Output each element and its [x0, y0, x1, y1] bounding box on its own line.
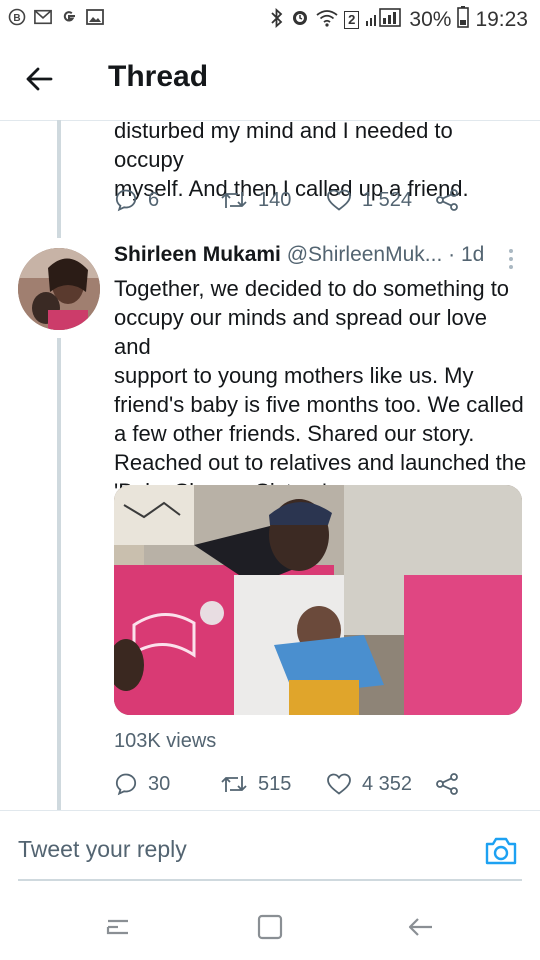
retweet-count: 140 — [258, 188, 292, 211]
bluetooth-icon — [270, 7, 284, 33]
display-name[interactable]: Shirleen Mukami — [114, 243, 281, 266]
share-action[interactable] — [434, 188, 460, 212]
thread-connector-line — [57, 120, 61, 238]
google-icon — [60, 8, 78, 26]
heart-icon — [326, 188, 352, 212]
wifi-icon — [316, 7, 338, 33]
recent-apps-icon[interactable] — [104, 915, 132, 944]
back-arrow-icon[interactable] — [24, 64, 64, 94]
reply-action[interactable]: 6 — [114, 188, 220, 212]
system-nav-bar — [0, 895, 540, 960]
retweet-action[interactable]: 140 — [220, 189, 326, 212]
signal-icon — [365, 7, 403, 33]
heart-icon — [326, 772, 352, 796]
share-action[interactable] — [434, 772, 460, 796]
share-icon — [434, 188, 460, 212]
tweet-line: a few other friends. Shared our story. — [114, 421, 475, 446]
sim-badge: 2 — [344, 11, 360, 29]
alarm-icon — [290, 7, 310, 33]
user-handle[interactable]: @ShirleenMuk... — [287, 243, 443, 266]
tweet-line: friend's baby is five months too. We cal… — [114, 392, 524, 417]
reply-input[interactable]: Tweet your reply — [18, 836, 187, 863]
notification-icons: B — [8, 8, 104, 26]
reply-action[interactable]: 30 — [114, 772, 220, 796]
share-icon — [434, 772, 460, 796]
retweet-count: 515 — [258, 772, 292, 795]
reply-count: 30 — [148, 772, 171, 795]
tweet-actions: 30 515 4 352 — [114, 772, 460, 796]
retweet-icon — [220, 189, 248, 211]
tweet-media-image[interactable] — [114, 485, 522, 715]
like-count: 4 352 — [362, 772, 413, 795]
battery-percent: 30% — [409, 8, 452, 31]
b-icon: B — [8, 8, 26, 26]
status-bar: B 2 30% 19:23 — [0, 0, 540, 38]
back-nav-icon[interactable] — [406, 913, 434, 946]
avatar[interactable] — [18, 248, 100, 330]
like-action[interactable]: 4 352 — [326, 772, 434, 796]
home-icon[interactable] — [256, 913, 284, 946]
camera-icon[interactable] — [484, 834, 518, 868]
more-options-icon[interactable] — [508, 248, 514, 270]
mail-icon — [34, 8, 52, 26]
reply-count: 6 — [148, 188, 160, 211]
tweet-text: Together, we decided to do something to … — [114, 274, 528, 506]
tweet-line: support to young mothers like us. My — [114, 363, 474, 388]
page-title: Thread — [108, 60, 209, 93]
divider — [0, 810, 540, 811]
top-app-bar: Thread — [0, 38, 540, 121]
clock: 19:23 — [475, 8, 528, 31]
view-count: 103K views — [114, 730, 217, 752]
tweet-time: · 1d — [448, 243, 485, 266]
like-action[interactable]: 1 524 — [326, 188, 434, 212]
retweet-icon — [220, 773, 248, 795]
tweet-line: Together, we decided to do something to — [114, 276, 510, 301]
tweet-line: Reached out to relatives and launched th… — [114, 450, 527, 475]
thread-connector-line — [57, 338, 61, 810]
battery-icon — [457, 6, 470, 34]
retweet-action[interactable]: 515 — [220, 773, 326, 796]
tweet-line: occupy our minds and spread our love and — [114, 305, 487, 359]
reply-input-underline — [18, 879, 522, 881]
svg-text:B: B — [13, 13, 20, 24]
reply-icon — [114, 188, 138, 212]
tweet-header: Shirleen Mukami @ShirleenMuk... · 1d — [114, 243, 528, 267]
reply-icon — [114, 772, 138, 796]
prev-tweet-line: disturbed my mind and I needed to occupy — [114, 118, 453, 172]
system-status: 2 30% 19:23 — [270, 6, 528, 34]
prev-tweet-actions: 6 140 1 524 — [114, 188, 460, 212]
image-icon — [86, 8, 104, 26]
like-count: 1 524 — [362, 188, 413, 211]
